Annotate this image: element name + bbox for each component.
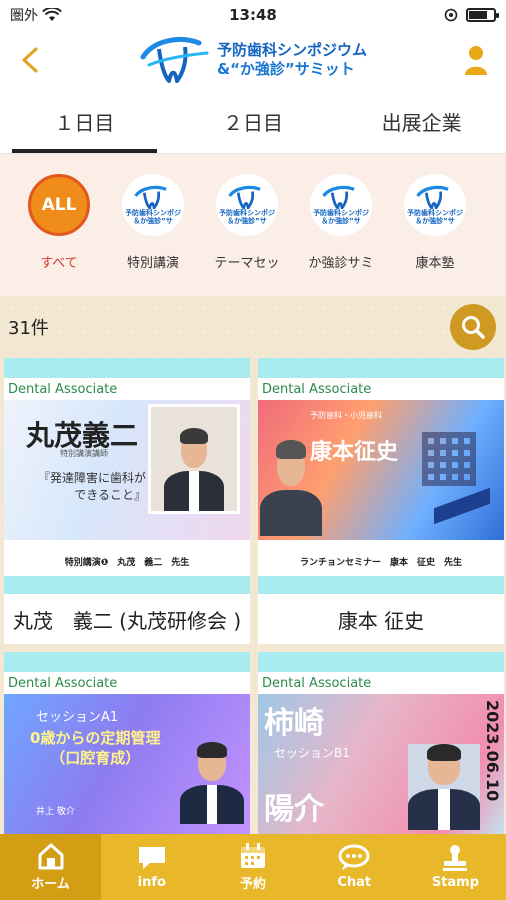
session-list: 31件 Dental Associate 丸茂義二 特別講演講師 『発達障害に歯… [0,296,506,834]
nav-chat[interactable]: Chat [304,834,405,900]
category-logo: 予防歯科シンポジ ＆か強診”サ [310,174,372,236]
session-thumbnail: Dental Associate 予防歯科・小児歯科 康本征史 ランチョンセミナ… [258,358,504,594]
category-label: か強診サミ [308,256,374,271]
day-tabs: １日目 ２日目 出展企業 [0,90,506,154]
speaker-photo [180,742,244,824]
speaker-name-visual: 康本征史 [310,440,399,465]
search-icon [462,316,485,339]
session-thumbnail: Dental Associate 丸茂義二 特別講演講師 『発達障害に歯科が で… [4,358,250,594]
tab-day-1[interactable]: １日目 [0,90,169,153]
speaker-photo [408,744,480,830]
speaker-name-visual-2: 陽介 [264,792,324,827]
category-logo: 予防歯科シンポジ ＆か強診”サ [122,174,184,236]
speaker-name-visual: 井上 敬介 [36,807,75,817]
chat-dots-icon [338,844,370,870]
decorative-block [434,487,490,525]
brand-label: Dental Associate [4,672,250,694]
session-title: 康本 征史 [337,608,425,633]
speaker-name-visual: 柿崎 [264,706,324,741]
nav-stamp[interactable]: Stamp [405,834,506,900]
category-filter-bar: ALL すべて 予防歯科シンポジ ＆か強診”サ 特別講演 予防歯科シンポジ ＆か… [0,154,506,296]
session-card[interactable]: Dental Associate 丸茂義二 特別講演講師 『発達障害に歯科が で… [4,358,250,644]
battery-icon [466,8,499,22]
category-special-lecture[interactable]: 予防歯科シンポジ ＆か強診”サ 特別講演 [106,174,200,296]
bottom-nav: ホーム info 予約 Chat Stamp [0,834,506,900]
logo-line-1: 予防歯科シンポジウム [216,41,367,59]
status-bar: 圏外 13:48 [0,0,506,30]
tooth-logo-icon [134,185,167,209]
category-label: すべて [40,256,78,271]
calendar-icon [241,843,265,868]
category-label: 康本塾 [415,256,455,271]
brand-label: Dental Associate [258,378,504,400]
tab-day-2[interactable]: ２日目 [169,90,338,153]
category-kakyoshin-summit[interactable]: 予防歯科シンポジ ＆か強診”サ か強診サミ [294,174,388,296]
home-icon [38,843,64,870]
event-date: 2023.06.10 [483,700,502,802]
category-yasumoto-juku[interactable]: 予防歯科シンポジ ＆か強診”サ 康本塾 [388,174,482,296]
profile-button[interactable] [446,30,506,90]
logo-line-2: &“か強診”サミット [216,60,355,78]
category-label: 特別講演 [126,256,179,271]
category-logo: 予防歯科シンポジ ＆か強診”サ [404,174,466,236]
nav-home[interactable]: ホーム [0,834,102,900]
category-label: テーマセッ [214,256,280,271]
nav-info[interactable]: info [101,834,202,900]
carrier-label: 圏外 [10,8,38,24]
search-button[interactable] [450,304,496,350]
nav-reservation[interactable]: 予約 [202,834,303,900]
tooth-logo-icon [228,185,261,209]
user-icon [465,46,487,75]
brand-label: Dental Associate [258,672,504,694]
symposium-logo: 予防歯科シンポジウム &“か強診”サミット [60,35,446,85]
session-card[interactable]: Dental Associate 予防歯科・小児歯科 康本征史 ランチョンセミナ… [258,358,504,644]
brand-label: Dental Associate [4,378,250,400]
chat-bubble-icon [138,847,165,869]
speaker-photo [148,404,240,514]
app-header: 予防歯科シンポジウム &“か強診”サミット [0,30,506,90]
session-title: 丸茂 義二 (丸茂研修会 ) [12,608,242,633]
data-saver-icon [444,8,458,22]
decorative-grid [422,432,476,486]
all-circle: ALL [28,174,90,236]
session-caption: ランチョンセミナー 康本 征史 先生 [258,550,504,572]
lecture-quote: 『発達障害に歯科が できること』 [37,471,146,502]
speaker-photo [260,440,322,536]
tooth-logo-icon [322,185,355,209]
category-all[interactable]: ALL すべて [12,174,106,296]
session-thumbnail: Dental Associate 柿崎 セッションB1 陽介 2023.06.1… [258,652,504,834]
wifi-icon [42,8,62,21]
category-logo: 予防歯科シンポジ ＆か強診”サ [216,174,278,236]
session-thumbnail: Dental Associate セッションA1 0歳からの定期管理 （口腔育成… [4,652,250,834]
session-topic: 0歳からの定期管理 （口腔育成） [30,729,161,767]
chevron-left-icon [22,47,38,73]
session-number: セッションB1 [274,746,350,760]
tooth-logo-icon [416,185,449,209]
category-theme-session[interactable]: 予防歯科シンポジ ＆か強診”サ テーマセッ [200,174,294,296]
result-count: 31件 [8,318,49,339]
tooth-logo-icon [140,37,209,83]
speaker-role: 特別講演講師 [60,449,108,458]
session-caption: 特別講演❶ 丸茂 義二 先生 [4,550,250,572]
stamp-icon [443,845,468,871]
session-card[interactable]: Dental Associate 柿崎 セッションB1 陽介 2023.06.1… [258,652,504,834]
session-card[interactable]: Dental Associate セッションA1 0歳からの定期管理 （口腔育成… [4,652,250,834]
session-number: セッションA1 [36,710,119,725]
speaker-role: 予防歯科・小児歯科 [310,411,382,420]
back-button[interactable] [0,30,60,90]
tab-exhibitors[interactable]: 出展企業 [337,90,506,153]
status-time: 13:48 [229,6,277,24]
